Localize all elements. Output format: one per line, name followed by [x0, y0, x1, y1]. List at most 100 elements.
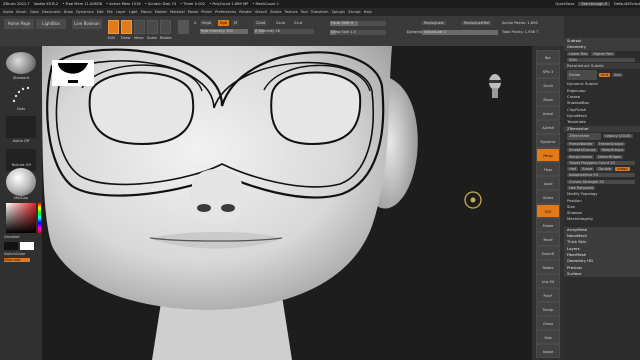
- zadd-button[interactable]: Zadd: [254, 20, 268, 26]
- viewport-canvas[interactable]: [42, 46, 532, 360]
- shelf-frame-button[interactable]: Frame: [536, 218, 560, 232]
- menu-preferences[interactable]: Preferences: [215, 10, 236, 14]
- menu-help[interactable]: Help: [364, 10, 372, 14]
- menu-dynamics[interactable]: Dynamics: [76, 10, 94, 14]
- legacy-toggle[interactable]: Legacy (2018): [603, 134, 633, 139]
- keep-groups-toggle[interactable]: KeepGroups: [599, 148, 626, 153]
- alternate-button[interactable]: Alternate: [4, 258, 30, 262]
- sculpt-model-head[interactable]: [42, 46, 532, 360]
- main-color-swatch[interactable]: [4, 242, 18, 250]
- matcap-material-icon[interactable]: [6, 168, 36, 196]
- keep-creases-toggle[interactable]: KeepCreases: [567, 154, 595, 159]
- menu-macro[interactable]: Macro: [141, 10, 152, 14]
- zcut-button[interactable]: Zcut: [292, 20, 304, 26]
- shelf-move-button[interactable]: Move: [536, 232, 560, 246]
- scale-button[interactable]: [147, 20, 158, 34]
- menu-transform[interactable]: Transform: [311, 10, 329, 14]
- shelf-line-fill-button[interactable]: Line Fill: [536, 274, 560, 288]
- shelf-actual-button[interactable]: Actual: [536, 106, 560, 120]
- menu-zscript[interactable]: Zscript: [348, 10, 360, 14]
- target-polygons-slider[interactable]: Target Polygons Count 20: [567, 160, 635, 165]
- home-page-button[interactable]: Home Page: [4, 19, 34, 29]
- quicksave-button[interactable]: QuickSave: [555, 2, 574, 6]
- shelf-zoomd-button[interactable]: ZoomD: [536, 246, 560, 260]
- gradient-label[interactable]: Gradient: [4, 235, 38, 239]
- adapt-toggle[interactable]: Adapt: [615, 167, 630, 172]
- adaptive-size-slider[interactable]: AdaptiveSize 50: [567, 173, 635, 178]
- shelf-xpose-button[interactable]: Xpose: [536, 344, 560, 358]
- see-through-slider[interactable]: See-through 0: [578, 2, 610, 6]
- surface-item[interactable]: Surface: [564, 270, 640, 278]
- curves-strength-slider[interactable]: Curves Strength 50: [567, 179, 635, 184]
- menu-picker[interactable]: Picker: [201, 10, 212, 14]
- shelf-persp-button[interactable]: Persp: [536, 148, 560, 162]
- menu-stencil[interactable]: Stencil: [255, 10, 267, 14]
- shelf-ghost-button[interactable]: Ghost: [536, 316, 560, 330]
- smt-toggle[interactable]: Smt: [599, 73, 611, 78]
- freeze-groups-toggle[interactable]: FreezeGroups: [596, 142, 626, 146]
- same-button[interactable]: Same: [580, 167, 595, 172]
- menu-tool[interactable]: Tool: [301, 10, 308, 14]
- shelf-dynamic-button[interactable]: Dynamic: [536, 134, 560, 148]
- shelf-zoom-button[interactable]: Zoom: [536, 92, 560, 106]
- default-zscript-button[interactable]: DefaultZScript: [614, 2, 640, 6]
- shelf-transp-button[interactable]: Transp: [536, 302, 560, 316]
- shelf-aahalf-button[interactable]: AAHalf: [536, 120, 560, 134]
- menu-texture[interactable]: Texture: [285, 10, 298, 14]
- a-button[interactable]: A: [192, 20, 198, 26]
- menu-material[interactable]: Material: [170, 10, 185, 14]
- mrgb-button[interactable]: Mrgb: [200, 20, 214, 26]
- draw-button[interactable]: [121, 20, 132, 34]
- shelf-floor-button[interactable]: Floor: [536, 162, 560, 176]
- menu-file[interactable]: File: [107, 10, 113, 14]
- menu-brush[interactable]: Brush: [16, 10, 26, 14]
- color-picker[interactable]: [6, 203, 36, 233]
- shelf-rotate-button[interactable]: Rotate: [536, 260, 560, 274]
- shelf-local-button[interactable]: Local: [536, 176, 560, 190]
- lightbox-button[interactable]: LightBox: [36, 19, 66, 29]
- detect-edges-toggle[interactable]: DetectEdges: [596, 154, 624, 159]
- menu-render[interactable]: Render: [239, 10, 252, 14]
- secondary-color-swatch[interactable]: [20, 242, 34, 250]
- smooth-groups-toggle[interactable]: SmoothGroups: [567, 148, 598, 153]
- switch-color-button[interactable]: SwitchColor: [4, 252, 38, 256]
- sdiv-slider[interactable]: SDiv: [567, 58, 635, 63]
- hue-slider[interactable]: [38, 203, 41, 233]
- suv-toggle[interactable]: Suv: [612, 73, 623, 78]
- shelf-bpr-button[interactable]: Bpr: [536, 50, 560, 64]
- zremesher-button[interactable]: ZRemesher: [567, 132, 601, 140]
- stroke-dots-icon[interactable]: [6, 84, 36, 106]
- menu-light[interactable]: Light: [129, 10, 138, 14]
- replay-last-rel-button[interactable]: ReplayLastRel: [462, 21, 492, 25]
- shelf-scroll-button[interactable]: Scroll: [536, 78, 560, 92]
- shelf-solo-button[interactable]: Solo: [536, 330, 560, 344]
- live-boolean-button[interactable]: Live Boolean: [72, 19, 102, 29]
- shelf-gizmo-button[interactable]: Gizmo: [536, 190, 560, 204]
- menu-alpha[interactable]: Alpha: [3, 10, 13, 14]
- higher-res-button[interactable]: Higher Res: [591, 51, 615, 56]
- rotate-button[interactable]: [160, 20, 171, 34]
- shelf-xyz-button[interactable]: XYZ: [536, 204, 560, 218]
- lower-res-button[interactable]: Lower Res: [567, 51, 590, 56]
- menu-edit[interactable]: Edit: [97, 10, 104, 14]
- move-button[interactable]: [134, 20, 145, 34]
- menu-layer[interactable]: Layer: [116, 10, 126, 14]
- rgb-button[interactable]: Rgb: [218, 20, 230, 26]
- stroke-preview[interactable]: [178, 20, 189, 34]
- shelf-spix-3-button[interactable]: SPix 3: [536, 64, 560, 78]
- use-polypaint-toggle[interactable]: Use Polypaint: [567, 186, 596, 191]
- replay-last-button[interactable]: ReplayLast: [422, 21, 446, 25]
- menu-marker[interactable]: Marker: [155, 10, 167, 14]
- half-button[interactable]: Half: [567, 167, 579, 172]
- menu-movie[interactable]: Movie: [188, 10, 199, 14]
- orientation-head-icon[interactable]: [486, 72, 504, 100]
- freeze-border-toggle[interactable]: FreezeBorder: [567, 142, 595, 146]
- alpha-off-icon[interactable]: [6, 116, 36, 138]
- brush-standard-icon[interactable]: [6, 52, 36, 74]
- m-button[interactable]: M: [232, 20, 240, 26]
- menu-document[interactable]: Document: [42, 10, 61, 14]
- menu-stroke[interactable]: Stroke: [270, 10, 281, 14]
- menu-color[interactable]: Color: [30, 10, 39, 14]
- shelf-polyf-button[interactable]: PolyF: [536, 288, 560, 302]
- divide-button[interactable]: Divide: [567, 70, 597, 81]
